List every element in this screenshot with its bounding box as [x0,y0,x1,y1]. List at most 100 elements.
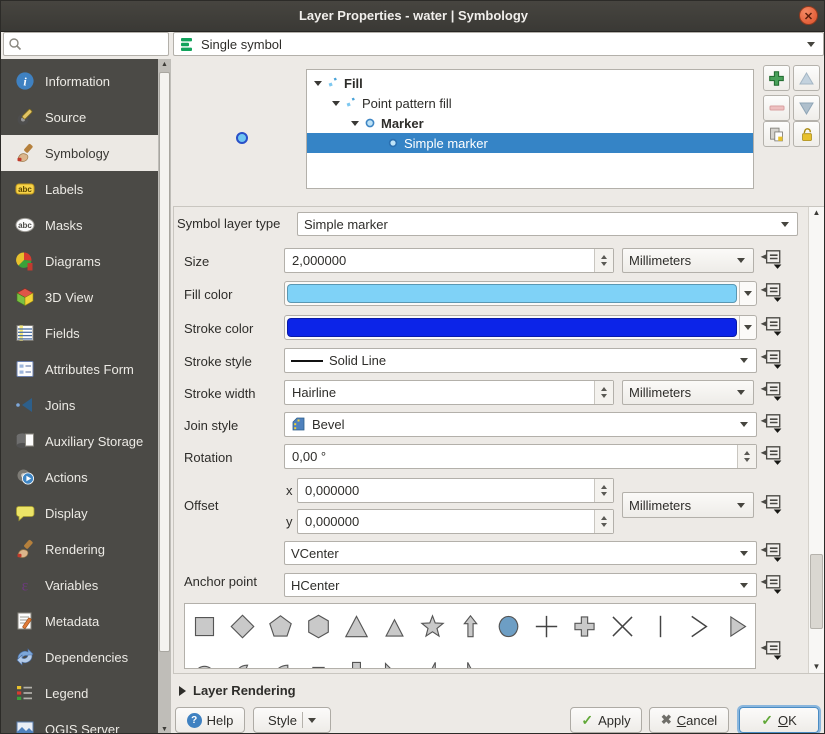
sidebar-item-information[interactable]: i Information [1,63,158,99]
sidebar-item-diagrams[interactable]: Diagrams [1,243,158,279]
shape-right-half-triangle-option[interactable] [413,650,451,668]
sidebar-item-labels[interactable]: abc Labels [1,171,158,207]
layer-rendering-section[interactable]: Layer Rendering [179,683,296,698]
sidebar-item-rendering[interactable]: Rendering [1,531,158,567]
search-box[interactable] [3,32,169,56]
move-layer-down-button[interactable] [793,95,820,121]
symbol-layer-type-dropdown[interactable]: Simple marker [297,212,798,236]
options-scrollbar-thumb[interactable] [810,554,823,629]
shape-third-circle-option[interactable] [223,650,261,668]
stroke-width-spinbox[interactable]: Hairline [284,380,614,405]
size-override-button[interactable] [758,248,784,272]
shape-arrowhead-option[interactable] [679,604,717,648]
anchor-vertical-override-button[interactable] [758,541,784,565]
fill-color-override-button[interactable] [758,281,784,305]
sidebar-scrollbar[interactable]: ▲ ▼ [158,59,171,733]
rotation-spin-buttons[interactable] [737,445,756,468]
shape-triangle-option[interactable] [337,604,375,648]
tree-item-marker[interactable]: Marker [307,113,753,133]
sidebar-item-masks[interactable]: abc Masks [1,207,158,243]
move-layer-up-button[interactable] [793,65,820,91]
shape-cross2-option[interactable] [603,604,641,648]
collapse-arrow-icon[interactable] [351,120,359,126]
scroll-up-icon[interactable]: ▲ [809,207,824,219]
sidebar-item-legend[interactable]: Legend [1,675,158,711]
shape-arrow-option[interactable] [451,604,489,648]
stroke-color-override-button[interactable] [758,315,784,339]
tree-item-simple-marker[interactable]: Simple marker [307,133,753,153]
search-input[interactable] [22,36,164,52]
options-scrollbar[interactable]: ▲ ▼ [808,207,824,673]
cancel-button[interactable]: ✖ Cancel [649,707,729,733]
size-unit-dropdown[interactable]: Millimeters [622,248,754,273]
collapse-arrow-icon[interactable] [314,80,322,86]
shape-half-square-option[interactable] [337,650,375,668]
shape-quarter-circle-option[interactable] [261,650,299,668]
shape-cross-option[interactable] [527,604,565,648]
size-spinbox[interactable]: 2,000000 [284,248,614,273]
shape-star-option[interactable] [413,604,451,648]
close-button[interactable]: ✕ [799,6,818,25]
shape-filled-arrowhead-option[interactable] [717,604,755,648]
shape-left-half-triangle-option[interactable] [451,650,489,668]
stroke-style-override-button[interactable] [758,348,784,372]
titlebar[interactable]: Layer Properties - water | Symbology ✕ [1,1,824,32]
collapse-arrow-icon[interactable] [332,100,340,106]
offset-unit-dropdown[interactable]: Millimeters [622,492,754,518]
shape-semi-circle-option[interactable] [185,650,223,668]
tree-item-point-pattern-fill[interactable]: Point pattern fill [307,93,753,113]
sidebar-item-metadata[interactable]: Metadata [1,603,158,639]
remove-symbol-layer-button[interactable] [763,95,790,121]
anchor-horizontal-override-button[interactable] [758,573,784,597]
shape-diamond-option[interactable] [223,604,261,648]
sidebar-item-3d-view[interactable]: 3D View [1,279,158,315]
shape-circle-option[interactable] [489,604,527,648]
shape-square-option[interactable] [185,604,223,648]
anchor-vertical-dropdown[interactable]: VCenter [284,541,757,565]
rotation-spinbox[interactable]: 0,00 ° [284,444,757,469]
join-style-dropdown[interactable]: Bevel [284,412,757,437]
stroke-width-override-button[interactable] [758,380,784,404]
rotation-override-button[interactable] [758,444,784,468]
shape-hexagon-option[interactable] [299,604,337,648]
apply-button[interactable]: ✓ Apply [570,707,642,733]
renderer-dropdown[interactable]: Single symbol [173,32,824,56]
add-symbol-layer-button[interactable] [763,65,790,91]
sidebar-item-symbology[interactable]: Symbology [1,135,158,171]
anchor-horizontal-dropdown[interactable]: HCenter [284,573,757,597]
shape-override-button[interactable] [758,639,784,663]
sidebar-item-source[interactable]: Source [1,99,158,135]
scroll-up-icon[interactable]: ▲ [158,59,171,70]
offset-x-spin-buttons[interactable] [594,479,613,502]
shape-diagonal-half-square-option[interactable] [375,650,413,668]
stroke-style-dropdown[interactable]: Solid Line [284,348,757,373]
sidebar-item-attributes-form[interactable]: Attributes Form [1,351,158,387]
shape-cross-fill-option[interactable] [565,604,603,648]
help-button[interactable]: ? Help [175,707,245,733]
sidebar-item-auxiliary-storage[interactable]: Auxiliary Storage [1,423,158,459]
sidebar-item-dependencies[interactable]: Dependencies [1,639,158,675]
tree-item-fill[interactable]: Fill [307,73,753,93]
shape-quarter-square-option[interactable] [299,650,337,668]
size-spin-buttons[interactable] [594,249,613,272]
shape-pentagon-option[interactable] [261,604,299,648]
stroke-color-button[interactable] [284,315,757,340]
offset-override-button[interactable] [758,493,784,517]
offset-x-spinbox[interactable]: 0,000000 [297,478,614,503]
sidebar-item-actions[interactable]: Actions [1,459,158,495]
lock-color-button[interactable] [793,121,820,147]
offset-y-spin-buttons[interactable] [594,510,613,533]
sidebar-scrollbar-thumb[interactable] [159,72,170,652]
shape-line-option[interactable] [641,604,679,648]
scroll-down-icon[interactable]: ▼ [158,724,171,733]
fill-color-button[interactable] [284,281,757,306]
sidebar-item-qgis-server[interactable]: QGIS Server [1,711,158,733]
join-style-override-button[interactable] [758,412,784,436]
stroke-width-unit-dropdown[interactable]: Millimeters [622,380,754,405]
shape-equilateral-triangle-option[interactable] [375,604,413,648]
sidebar-item-display[interactable]: Display [1,495,158,531]
ok-button[interactable]: ✓ OK [739,707,819,733]
style-button[interactable]: Style [253,707,331,733]
scroll-down-icon[interactable]: ▼ [809,661,824,673]
stroke-color-dropdown[interactable] [739,316,756,339]
